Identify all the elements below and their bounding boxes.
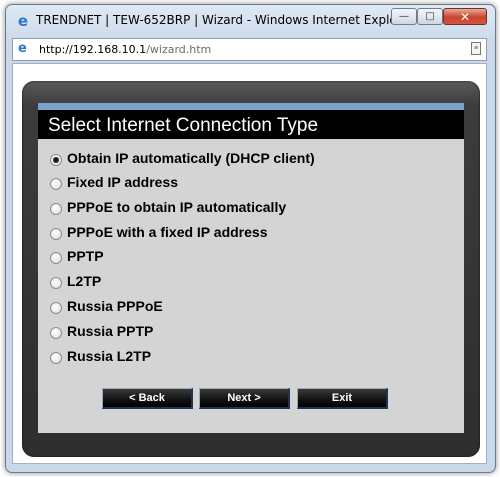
address-host: http://192.168.10.1 — [39, 43, 147, 56]
radio-button[interactable] — [50, 228, 62, 240]
option-fixed-ip[interactable]: Fixed IP address — [50, 173, 350, 193]
option-pptp[interactable]: PPTP — [50, 247, 350, 267]
window-title: TRENDNET | TEW-652BRP | Wizard - Windows… — [36, 13, 414, 27]
next-button[interactable]: Next > — [199, 388, 290, 409]
option-label: Fixed IP address — [67, 174, 179, 190]
wizard-title: Select Internet Connection Type — [48, 115, 319, 136]
wizard-panel: Select Internet Connection Type Obtain I… — [38, 103, 464, 433]
option-label: Russia PPPoE — [67, 298, 163, 314]
option-pppoe-fixed[interactable]: PPPoE with a fixed IP address — [50, 223, 350, 243]
radio-button[interactable] — [50, 327, 62, 339]
radio-button[interactable] — [50, 277, 62, 289]
internet-explorer-icon: e — [17, 12, 29, 30]
radio-button[interactable] — [50, 252, 62, 264]
option-label: PPPoE with a fixed IP address — [67, 224, 268, 240]
page-content: Select Internet Connection Type Obtain I… — [12, 63, 487, 464]
wizard-header: Select Internet Connection Type — [38, 103, 464, 139]
option-label: Obtain IP automatically (DHCP client) — [67, 150, 315, 166]
option-label: Russia PPTP — [67, 323, 154, 339]
browser-window: e TRENDNET | TEW-652BRP | Wizard - Windo… — [5, 4, 496, 473]
option-dhcp[interactable]: Obtain IP automatically (DHCP client) — [50, 149, 350, 169]
option-russia-pptp[interactable]: Russia PPTP — [50, 322, 350, 342]
page-document-icon[interactable]: ≡ — [471, 42, 481, 55]
address-path: /wizard.htm — [146, 43, 212, 56]
option-pppoe-auto[interactable]: PPPoE to obtain IP automatically — [50, 198, 350, 218]
close-button[interactable]: ✕ — [443, 8, 487, 25]
option-label: PPPoE to obtain IP automatically — [67, 199, 287, 215]
option-russia-l2tp[interactable]: Russia L2TP — [50, 347, 350, 367]
back-button[interactable]: < Back — [102, 388, 193, 409]
option-russia-pppoe[interactable]: Russia PPPoE — [50, 297, 350, 317]
maximize-button[interactable]: □ — [417, 8, 443, 25]
exit-button[interactable]: Exit — [297, 388, 388, 409]
wizard-frame: Select Internet Connection Type Obtain I… — [22, 81, 480, 457]
option-label: Russia L2TP — [67, 348, 152, 364]
page-ie-icon: e — [18, 41, 27, 56]
minimize-button[interactable]: — — [391, 8, 417, 25]
radio-button[interactable] — [50, 352, 62, 364]
option-label: L2TP — [67, 273, 102, 289]
radio-button[interactable] — [50, 178, 62, 190]
radio-button[interactable] — [50, 302, 62, 314]
radio-button[interactable] — [50, 203, 62, 215]
option-l2tp[interactable]: L2TP — [50, 272, 350, 292]
address-bar[interactable]: e http://192.168.10.1/wizard.htm ≡ — [12, 38, 487, 61]
radio-button[interactable] — [50, 154, 62, 166]
address-url[interactable]: http://192.168.10.1/wizard.htm — [39, 43, 211, 56]
title-bar: e TRENDNET | TEW-652BRP | Wizard - Windo… — [6, 5, 495, 35]
option-label: PPTP — [67, 248, 104, 264]
